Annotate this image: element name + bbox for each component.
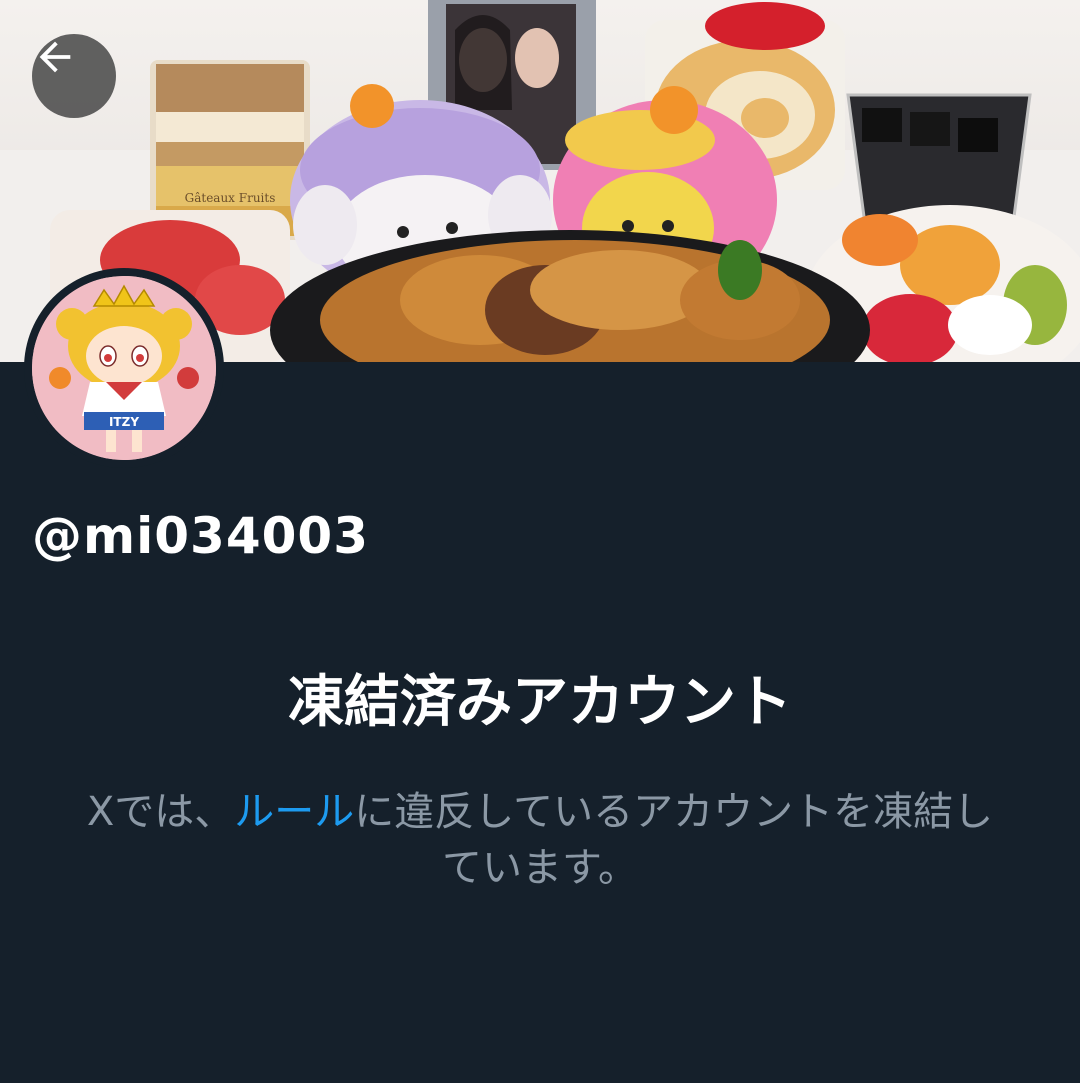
description-suffix: に違反しているアカウントを凍結しています。 <box>354 789 994 891</box>
rules-link[interactable]: ルール <box>234 789 354 835</box>
suspended-description: Xでは、ルールに違反しているアカウントを凍結しています。 <box>70 784 1010 896</box>
back-button[interactable] <box>32 34 116 118</box>
arrow-left-icon <box>39 41 71 73</box>
profile-handle: @mi034003 <box>32 507 369 565</box>
svg-text:Gâteaux Fruits: Gâteaux Fruits <box>185 191 276 205</box>
avatar-border: ITZY <box>24 268 224 468</box>
avatar-image: ITZY <box>32 276 216 460</box>
suspended-title: 凍結済みアカウント <box>288 670 792 735</box>
svg-text:ITZY: ITZY <box>109 415 139 429</box>
avatar[interactable]: ITZY <box>32 276 216 460</box>
description-prefix: Xでは、 <box>86 789 235 835</box>
